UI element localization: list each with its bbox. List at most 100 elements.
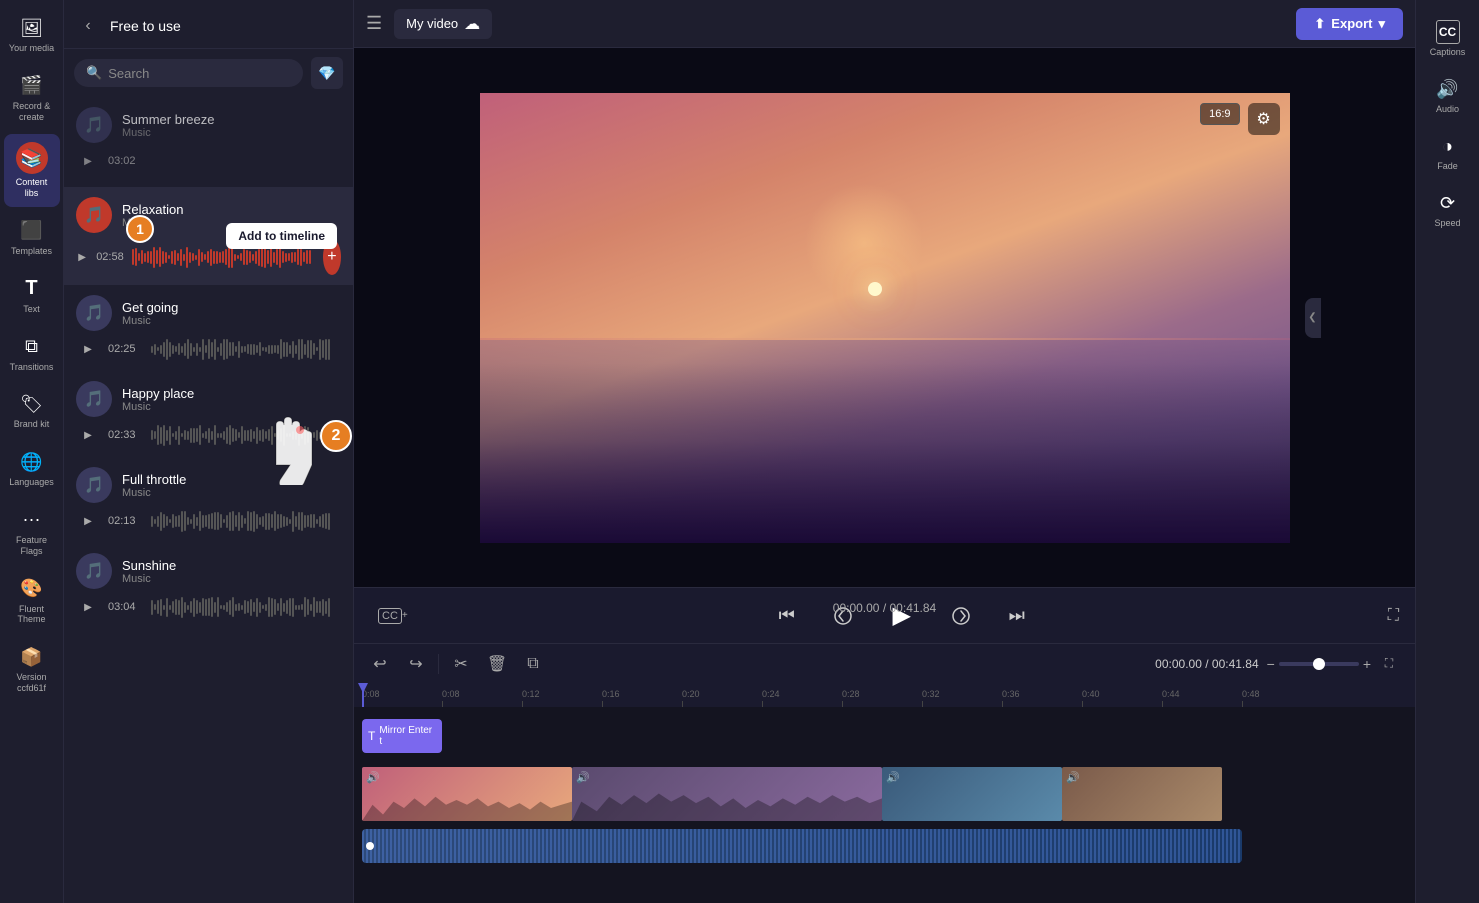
list-item[interactable]: 🎵 Full throttle Music ▶ 02:13 xyxy=(64,457,353,543)
feature-flags-icon: ··· xyxy=(20,508,44,532)
video-settings-button[interactable]: ⚙ xyxy=(1248,103,1280,135)
music-item-icon: 🎵 xyxy=(76,107,112,143)
sidebar-item-languages[interactable]: 🌐 Languages xyxy=(4,442,60,496)
sidebar-item-transitions[interactable]: ⧉ Transitions xyxy=(4,327,60,381)
music-name: Sunshine xyxy=(122,558,176,573)
text-clip-label: Mirror Enter t xyxy=(379,725,436,747)
premium-filter-button[interactable]: 💎 xyxy=(311,57,343,89)
delete-button[interactable]: 🗑 xyxy=(483,650,511,678)
skip-to-start-button[interactable]: ⏮ xyxy=(769,598,805,634)
ruler-mark: 0:16 xyxy=(602,689,682,707)
time-display-area: 00:00.00 / 00:41.84 xyxy=(833,601,936,615)
skip-to-end-button[interactable]: ⏭ xyxy=(999,598,1035,634)
list-item[interactable]: 🎵 Sunshine Music ▶ 03:04 xyxy=(64,543,353,629)
search-input[interactable] xyxy=(108,66,291,81)
play-button[interactable]: ▶ xyxy=(76,245,88,269)
video-clip[interactable]: 🔊 xyxy=(1062,767,1222,821)
ruler-marks: 0:08 0:08 0:12 0:16 0:20 0:24 0:28 0:32 … xyxy=(354,683,1322,707)
right-panel-captions[interactable]: CC Captions xyxy=(1420,12,1476,65)
audio-clip[interactable] xyxy=(362,829,1242,863)
search-icon: 🔍 xyxy=(86,65,102,81)
redo-button[interactable]: ↪ xyxy=(402,650,430,678)
play-button[interactable]: ▶ xyxy=(76,423,100,447)
captions-button[interactable]: CC + xyxy=(370,604,416,628)
sidebar-item-brand[interactable]: 🏷 Brand kit xyxy=(4,384,60,438)
project-tab[interactable]: My video ☁ xyxy=(394,9,492,39)
ruler-mark: 0:28 xyxy=(842,689,922,707)
play-button[interactable]: ▶ xyxy=(76,149,100,173)
cut-button[interactable]: ✂ xyxy=(447,650,475,678)
fade-icon: ◑ xyxy=(1436,134,1460,158)
music-name: Get going xyxy=(122,300,178,315)
search-bar: 🔍 💎 xyxy=(64,49,353,97)
playback-controls: CC + ⏮ ▶ ⏭ 00:00.00 / 00:41. xyxy=(354,587,1415,643)
templates-icon: ⬛ xyxy=(20,219,44,243)
ruler-mark: 0:44 xyxy=(1162,689,1242,707)
expand-timeline-button[interactable]: ⛶ xyxy=(1375,650,1403,678)
panel-back-button[interactable]: ‹ xyxy=(74,12,102,40)
content-panel: ‹ Free to use 🔍 💎 🎵 Summer breeze Music … xyxy=(64,0,354,903)
aspect-ratio-button[interactable]: 16:9 xyxy=(1200,103,1239,125)
volume-icon: 🔊 xyxy=(366,771,380,784)
sidebar-item-content-library[interactable]: 📚 Contentlibs xyxy=(4,134,60,207)
forward-button[interactable] xyxy=(943,598,979,634)
list-item[interactable]: 🎵 Get going Music ▶ 02:25 xyxy=(64,285,353,371)
current-time: 00:00.00 xyxy=(833,601,880,615)
search-input-wrap: 🔍 xyxy=(74,59,303,87)
brand-icon: 🏷 xyxy=(20,392,44,416)
ruler-mark: 0:08 xyxy=(362,689,442,707)
right-panel: CC Captions 🔊 Audio ◑ Fade ⟳ Speed xyxy=(1415,0,1479,903)
playhead[interactable] xyxy=(362,683,364,707)
music-item-icon: 🎵 xyxy=(76,295,112,331)
sidebar-item-record-create[interactable]: 🎬 Record &create xyxy=(4,66,60,131)
sidebar-item-feature-flags[interactable]: ··· FeatureFlags xyxy=(4,500,60,565)
sidebar-item-text[interactable]: T Text xyxy=(4,269,60,323)
list-item[interactable]: 🎵 Happy place Music ▶ 02:33 xyxy=(64,371,353,457)
music-item-icon: 🎵 xyxy=(76,553,112,589)
waveform xyxy=(151,423,341,447)
collapse-panel-button[interactable]: ❮ xyxy=(1305,298,1321,338)
timeline-area: ↩ ↪ ✂ 🗑 ⧉ 00:00.00 / 00:41.84 − + ⛶ xyxy=(354,643,1415,903)
export-icon: ⬆ xyxy=(1314,16,1325,32)
text-clip-icon: T xyxy=(368,729,375,743)
zoom-slider[interactable] xyxy=(1279,662,1359,666)
audio-icon: 🔊 xyxy=(1436,77,1460,101)
music-category: Music xyxy=(122,401,194,413)
media-icon: 🖼 xyxy=(20,16,44,40)
play-button[interactable]: ▶ xyxy=(76,595,100,619)
right-panel-audio[interactable]: 🔊 Audio xyxy=(1420,69,1476,122)
duration-label: 03:04 xyxy=(108,601,143,613)
list-item[interactable]: 🎵 Summer breeze Music ▶ 03:02 // inline … xyxy=(64,97,353,183)
zoom-in-button[interactable]: + xyxy=(1363,656,1371,672)
zoom-out-button[interactable]: − xyxy=(1267,656,1275,672)
music-item-icon: 🎵 xyxy=(76,197,112,233)
right-panel-speed[interactable]: ⟳ Speed xyxy=(1420,183,1476,236)
duration-label: 02:13 xyxy=(108,515,143,527)
video-clip[interactable]: 🔊 xyxy=(362,767,572,821)
sidebar-item-version[interactable]: 📦 Versionccfd61f xyxy=(4,637,60,702)
undo-button[interactable]: ↩ xyxy=(366,650,394,678)
add-to-timeline-popup: Add to timeline xyxy=(226,223,337,249)
sky-glow xyxy=(804,183,924,303)
sidebar: 🖼 Your media 🎬 Record &create 📚 Contentl… xyxy=(0,0,64,903)
sidebar-item-your-media[interactable]: 🖼 Your media xyxy=(4,8,60,62)
hamburger-button[interactable]: ☰ xyxy=(366,13,382,34)
right-panel-fade[interactable]: ◑ Fade xyxy=(1420,126,1476,179)
play-button[interactable]: ▶ xyxy=(76,509,100,533)
video-clip[interactable]: 🔊 xyxy=(572,767,882,821)
speed-icon: ⟳ xyxy=(1436,191,1460,215)
duplicate-button[interactable]: ⧉ xyxy=(519,650,547,678)
record-icon: 🎬 xyxy=(20,74,44,98)
video-track-row: 🔊 🔊 🔊 🔊 xyxy=(362,763,1415,825)
music-list: 🎵 Relaxation Music ▶ 02:58 + Add t xyxy=(64,183,353,903)
fullscreen-button[interactable]: ⛶ xyxy=(1388,607,1399,625)
list-item[interactable]: 🎵 Relaxation Music ▶ 02:58 + Add t xyxy=(64,187,353,285)
sidebar-item-fluent-theme[interactable]: 🎨 FluentTheme xyxy=(4,569,60,634)
export-button[interactable]: ⬆ Export ▾ xyxy=(1296,8,1403,40)
video-clip[interactable]: 🔊 xyxy=(882,767,1062,821)
music-item-icon: 🎵 xyxy=(76,467,112,503)
main-area: ☰ My video ☁ ⬆ Export ▾ 16:9 ⚙ ❮ xyxy=(354,0,1415,903)
sidebar-item-templates[interactable]: ⬛ Templates xyxy=(4,211,60,265)
text-clip[interactable]: T Mirror Enter t xyxy=(362,719,442,753)
play-button[interactable]: ▶ xyxy=(76,337,100,361)
